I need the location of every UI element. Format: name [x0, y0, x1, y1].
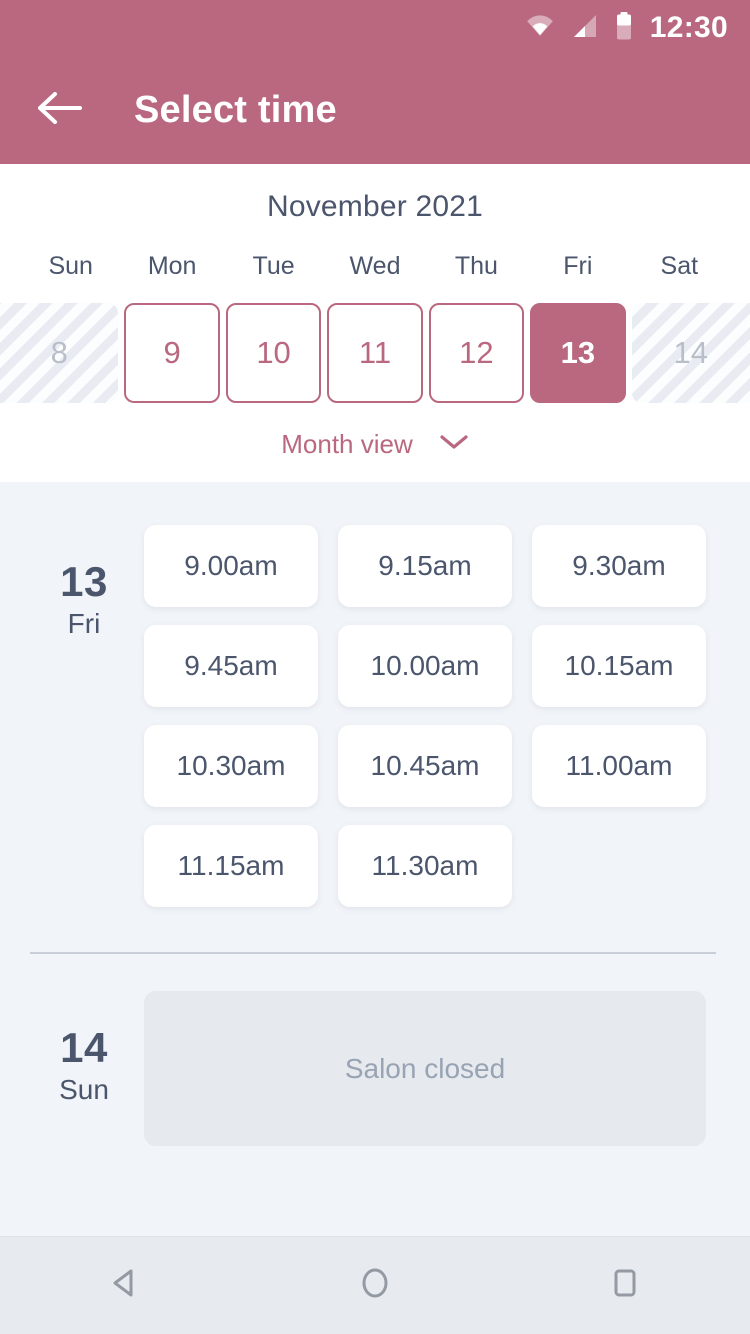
- time-slot-button[interactable]: 9.30am: [532, 525, 706, 607]
- time-slot-button[interactable]: 11.00am: [532, 725, 706, 807]
- day-group-date-weekday: Fri: [67, 608, 101, 640]
- month-view-label: Month view: [281, 429, 413, 459]
- time-slot-button[interactable]: 9.00am: [144, 525, 318, 607]
- status-bar: 12:30: [0, 0, 750, 56]
- time-slot-button[interactable]: 9.45am: [144, 625, 318, 707]
- chevron-down-icon: [439, 433, 469, 456]
- day-group: 14 Sun Salon closed: [0, 954, 750, 1155]
- time-slot-grid: 9.00am 9.15am 9.30am 9.45am 10.00am 10.1…: [134, 516, 716, 916]
- time-slot-button[interactable]: 11.30am: [338, 825, 512, 907]
- calendar-day-row: 8 9 10 11 12 13 14: [0, 303, 750, 403]
- app-bar: Select time: [0, 56, 750, 164]
- back-button[interactable]: [32, 82, 88, 138]
- time-slot-scroll-area[interactable]: 13 Fri 9.00am 9.15am 9.30am 9.45am 10.00…: [0, 482, 750, 1236]
- calendar-month-title: November 2021: [266, 190, 484, 223]
- day-group: 13 Fri 9.00am 9.15am 9.30am 9.45am 10.00…: [0, 488, 750, 916]
- calendar-weekday-header: Sun Mon Tue Wed Thu Fri Sat: [0, 252, 750, 281]
- android-home-icon: [355, 1263, 395, 1308]
- nav-recents-button[interactable]: [565, 1237, 685, 1334]
- weekday-label: Tue: [252, 252, 295, 280]
- android-recents-icon: [605, 1263, 645, 1308]
- nav-home-button[interactable]: [315, 1237, 435, 1334]
- weekday-label: Fri: [563, 252, 593, 280]
- android-back-icon: [105, 1263, 145, 1308]
- month-view-toggle[interactable]: Month view: [0, 429, 750, 460]
- weekday-label: Sun: [48, 252, 93, 280]
- time-slot-button[interactable]: 10.30am: [144, 725, 318, 807]
- calendar-day-cell[interactable]: 11: [327, 303, 423, 403]
- cellular-signal-icon: [572, 14, 598, 43]
- weekday-label: Mon: [147, 252, 197, 280]
- calendar-day-cell[interactable]: 9: [124, 303, 220, 403]
- calendar-day-cell: 8: [0, 303, 119, 403]
- time-slot-button[interactable]: 9.15am: [338, 525, 512, 607]
- page-title: Select time: [134, 88, 337, 131]
- battery-icon: [615, 11, 633, 45]
- calendar-day-cell-selected[interactable]: 13: [530, 303, 626, 403]
- weekday-label: Thu: [454, 252, 498, 280]
- weekday-label: Sat: [660, 252, 699, 280]
- phone-screen: 12:30 Select time November 2021 Sun Mon …: [0, 0, 750, 1334]
- status-bar-icons: [525, 11, 633, 45]
- time-slot-button[interactable]: 11.15am: [144, 825, 318, 907]
- calendar-day-cell[interactable]: 12: [428, 303, 525, 403]
- calendar-day-cell[interactable]: 10: [225, 303, 322, 403]
- status-bar-clock: 12:30: [649, 11, 728, 44]
- time-slot-button[interactable]: 10.15am: [532, 625, 706, 707]
- salon-closed-panel: Salon closed: [144, 991, 706, 1146]
- calendar-strip: November 2021 Sun Mon Tue Wed Thu Fri Sa…: [0, 164, 750, 482]
- wifi-icon: [525, 14, 555, 42]
- time-slot-placeholder: [532, 825, 706, 907]
- arrow-left-icon: [38, 91, 82, 130]
- android-nav-bar: [0, 1236, 750, 1334]
- nav-back-button[interactable]: [65, 1237, 185, 1334]
- day-group-date: 13 Fri: [34, 516, 134, 643]
- time-slot-button[interactable]: 10.45am: [338, 725, 512, 807]
- day-group-date-number: 14: [60, 1024, 108, 1071]
- weekday-label: Wed: [349, 252, 401, 280]
- day-group-date: 14 Sun: [34, 982, 134, 1109]
- time-slot-button[interactable]: 10.00am: [338, 625, 512, 707]
- calendar-day-cell: 14: [631, 303, 750, 403]
- day-group-date-weekday: Sun: [59, 1074, 109, 1106]
- day-group-date-number: 13: [60, 558, 108, 605]
